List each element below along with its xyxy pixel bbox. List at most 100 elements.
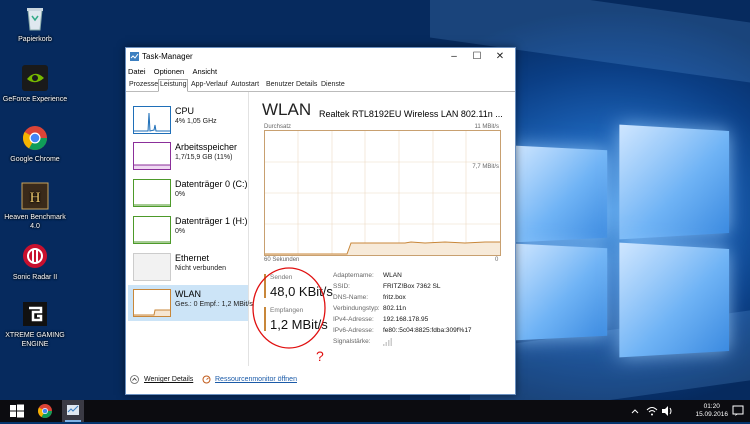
- nvidia-icon: [21, 64, 49, 92]
- sidebar-item-memory[interactable]: Arbeitsspeicher 1,7/15,9 GB (11%): [128, 138, 248, 174]
- sidebar-item-sub: 1,7/15,9 GB (11%): [175, 154, 233, 161]
- tab-bar: Prozesse Leistung App-Verlauf Autostart …: [126, 79, 515, 92]
- graph-mid-label: 7,7 MBit/s: [472, 164, 499, 170]
- detail-key: Adaptername:: [333, 272, 374, 279]
- sidebar-item-sub: 0%: [175, 228, 186, 235]
- detail-value: 802.11n: [383, 305, 407, 312]
- volume-icon[interactable]: [661, 405, 673, 417]
- detail-value: 192.168.178.95: [383, 316, 429, 323]
- sidebar-item-ethernet[interactable]: Ethernet Nicht verbunden: [128, 249, 248, 285]
- title-bar[interactable]: Task-Manager – ☐ ✕: [126, 48, 515, 66]
- fewer-details-link[interactable]: Weniger Details: [144, 376, 193, 383]
- resource-monitor-icon: [202, 375, 211, 384]
- sidebar-item-disk-h[interactable]: Datenträger 1 (H:) 0%: [128, 212, 248, 248]
- desktop-icon-recycle-bin[interactable]: Papierkorb: [0, 4, 70, 44]
- window-title: Task-Manager: [142, 52, 193, 61]
- disk-c-mini-graph: [133, 179, 171, 207]
- task-manager-window: Task-Manager – ☐ ✕ Datei Optionen Ansich…: [125, 47, 516, 395]
- gigabyte-icon: [21, 300, 49, 328]
- sidebar-item-sub: 4% 1,05 GHz: [175, 118, 217, 125]
- chrome-taskbar-icon[interactable]: [37, 403, 53, 419]
- clock[interactable]: 01:20 15.09.2016: [695, 403, 728, 419]
- desktop-icon-geforce[interactable]: GeForce Experience: [0, 64, 70, 104]
- detail-value: fe80::5c04:8825:fdba:309f%17: [383, 327, 472, 334]
- footer-bar: Weniger Details Ressourcenmonitor öffnen: [126, 370, 515, 392]
- desktop-icon-label: XTREME GAMING ENGINE: [5, 332, 65, 348]
- sidebar-item-cpu[interactable]: CPU 4% 1,05 GHz: [128, 102, 248, 138]
- desktop-icon-chrome[interactable]: Google Chrome: [0, 124, 70, 164]
- recycle-bin-icon: [21, 4, 49, 32]
- notification-icon[interactable]: [732, 405, 744, 417]
- menu-optionen[interactable]: Optionen: [154, 67, 184, 76]
- question-mark-annotation: ?: [316, 348, 324, 364]
- sonic-radar-icon: [21, 242, 49, 270]
- signal-strength-icon: [383, 338, 393, 346]
- detail-key: DNS-Name:: [333, 294, 369, 301]
- cpu-mini-graph: [133, 106, 171, 134]
- throughput-graph: [264, 130, 501, 256]
- adapter-name: Realtek RTL8192EU Wireless LAN 802.11n .…: [319, 109, 503, 119]
- graph-time-label: 60 Sekunden: [264, 257, 300, 263]
- clock-time: 01:20: [703, 403, 720, 410]
- task-manager-icon: [130, 52, 139, 61]
- resource-monitor-link[interactable]: Ressourcenmonitor öffnen: [215, 376, 297, 383]
- tab-leistung[interactable]: Leistung: [158, 79, 189, 92]
- sidebar-item-sub: 0%: [175, 191, 186, 198]
- detail-key: IPv4-Adresse:: [333, 316, 374, 323]
- sidebar-item-label: CPU: [175, 106, 195, 116]
- detail-key: SSID:: [333, 283, 350, 290]
- minimize-button[interactable]: –: [443, 50, 465, 64]
- red-circle-annotation: [252, 267, 326, 349]
- tab-benutzer[interactable]: Benutzer: [265, 80, 295, 90]
- tab-dienste[interactable]: Dienste: [320, 80, 346, 90]
- desktop-icon-label: Heaven Benchmark 4.0: [4, 214, 66, 230]
- desktop-icon-xtreme[interactable]: XTREME GAMING ENGINE: [0, 300, 70, 349]
- wifi-icon[interactable]: [646, 405, 658, 417]
- maximize-button[interactable]: ☐: [466, 50, 488, 64]
- close-button[interactable]: ✕: [489, 50, 511, 64]
- wlan-detail-panel: WLAN Realtek RTL8192EU Wireless LAN 802.…: [252, 98, 512, 368]
- disk-h-mini-graph: [133, 216, 171, 244]
- windows-logo: [511, 124, 737, 358]
- desktop-icon-label: GeForce Experience: [2, 96, 68, 103]
- tab-details[interactable]: Details: [295, 80, 318, 90]
- graph-zero-label: 0: [495, 257, 499, 263]
- sidebar-item-label: Ethernet: [175, 253, 210, 263]
- detail-value: WLAN: [383, 272, 402, 279]
- sidebar-item-disk-c[interactable]: Datenträger 0 (C:) 0%: [128, 175, 248, 211]
- tab-app-verlauf[interactable]: App-Verlauf: [190, 80, 229, 90]
- memory-mini-graph: [133, 142, 171, 170]
- windows-start-icon[interactable]: [9, 403, 25, 419]
- sidebar-item-sub: Nicht verbunden: [175, 265, 226, 272]
- clock-date: 15.09.2016: [695, 411, 728, 418]
- sidebar-item-label: Datenträger 1 (H:): [175, 216, 248, 226]
- panel-title: WLAN: [262, 100, 312, 119]
- menu-datei[interactable]: Datei: [128, 67, 146, 76]
- resource-list: CPU 4% 1,05 GHz Arbeitsspeicher 1,7/15,9…: [126, 92, 253, 366]
- sidebar-item-wlan[interactable]: WLAN Ges.: 0 Empf.: 1,2 MBit/s: [128, 285, 253, 321]
- svg-text:H: H: [30, 190, 41, 206]
- sidebar-item-label: Datenträger 0 (C:): [175, 179, 248, 189]
- desktop-icon-label: Google Chrome: [10, 156, 60, 163]
- heaven-benchmark-icon: H: [21, 182, 49, 210]
- task-manager-taskbar-icon[interactable]: [62, 400, 84, 422]
- detail-value: FRITZ!Box 7362 SL: [383, 283, 441, 290]
- detail-key: IPv6-Adresse:: [333, 327, 374, 334]
- sidebar-item-label: WLAN: [175, 289, 202, 299]
- wlan-mini-graph: [133, 289, 171, 317]
- desktop-icon-label: Sonic Radar II: [12, 274, 58, 281]
- chevron-up-icon[interactable]: [130, 375, 139, 384]
- desktop-icon-heaven[interactable]: H Heaven Benchmark 4.0: [0, 182, 70, 231]
- menu-bar: Datei Optionen Ansicht: [126, 67, 221, 78]
- menu-ansicht[interactable]: Ansicht: [192, 67, 217, 76]
- desktop-icon-sonic-radar[interactable]: Sonic Radar II: [0, 242, 70, 282]
- sidebar-item-label: Arbeitsspeicher: [175, 142, 238, 152]
- detail-value: fritz.box: [383, 294, 406, 301]
- tab-autostart[interactable]: Autostart: [230, 80, 260, 90]
- detail-key: Signalstärke:: [333, 338, 371, 345]
- chevron-up-tray-icon[interactable]: [630, 406, 640, 416]
- detail-key: Verbindungstyp:: [333, 305, 380, 312]
- sidebar-item-sub: Ges.: 0 Empf.: 1,2 MBit/s: [175, 301, 253, 308]
- chrome-icon: [21, 124, 49, 152]
- tab-prozesse[interactable]: Prozesse: [128, 80, 159, 90]
